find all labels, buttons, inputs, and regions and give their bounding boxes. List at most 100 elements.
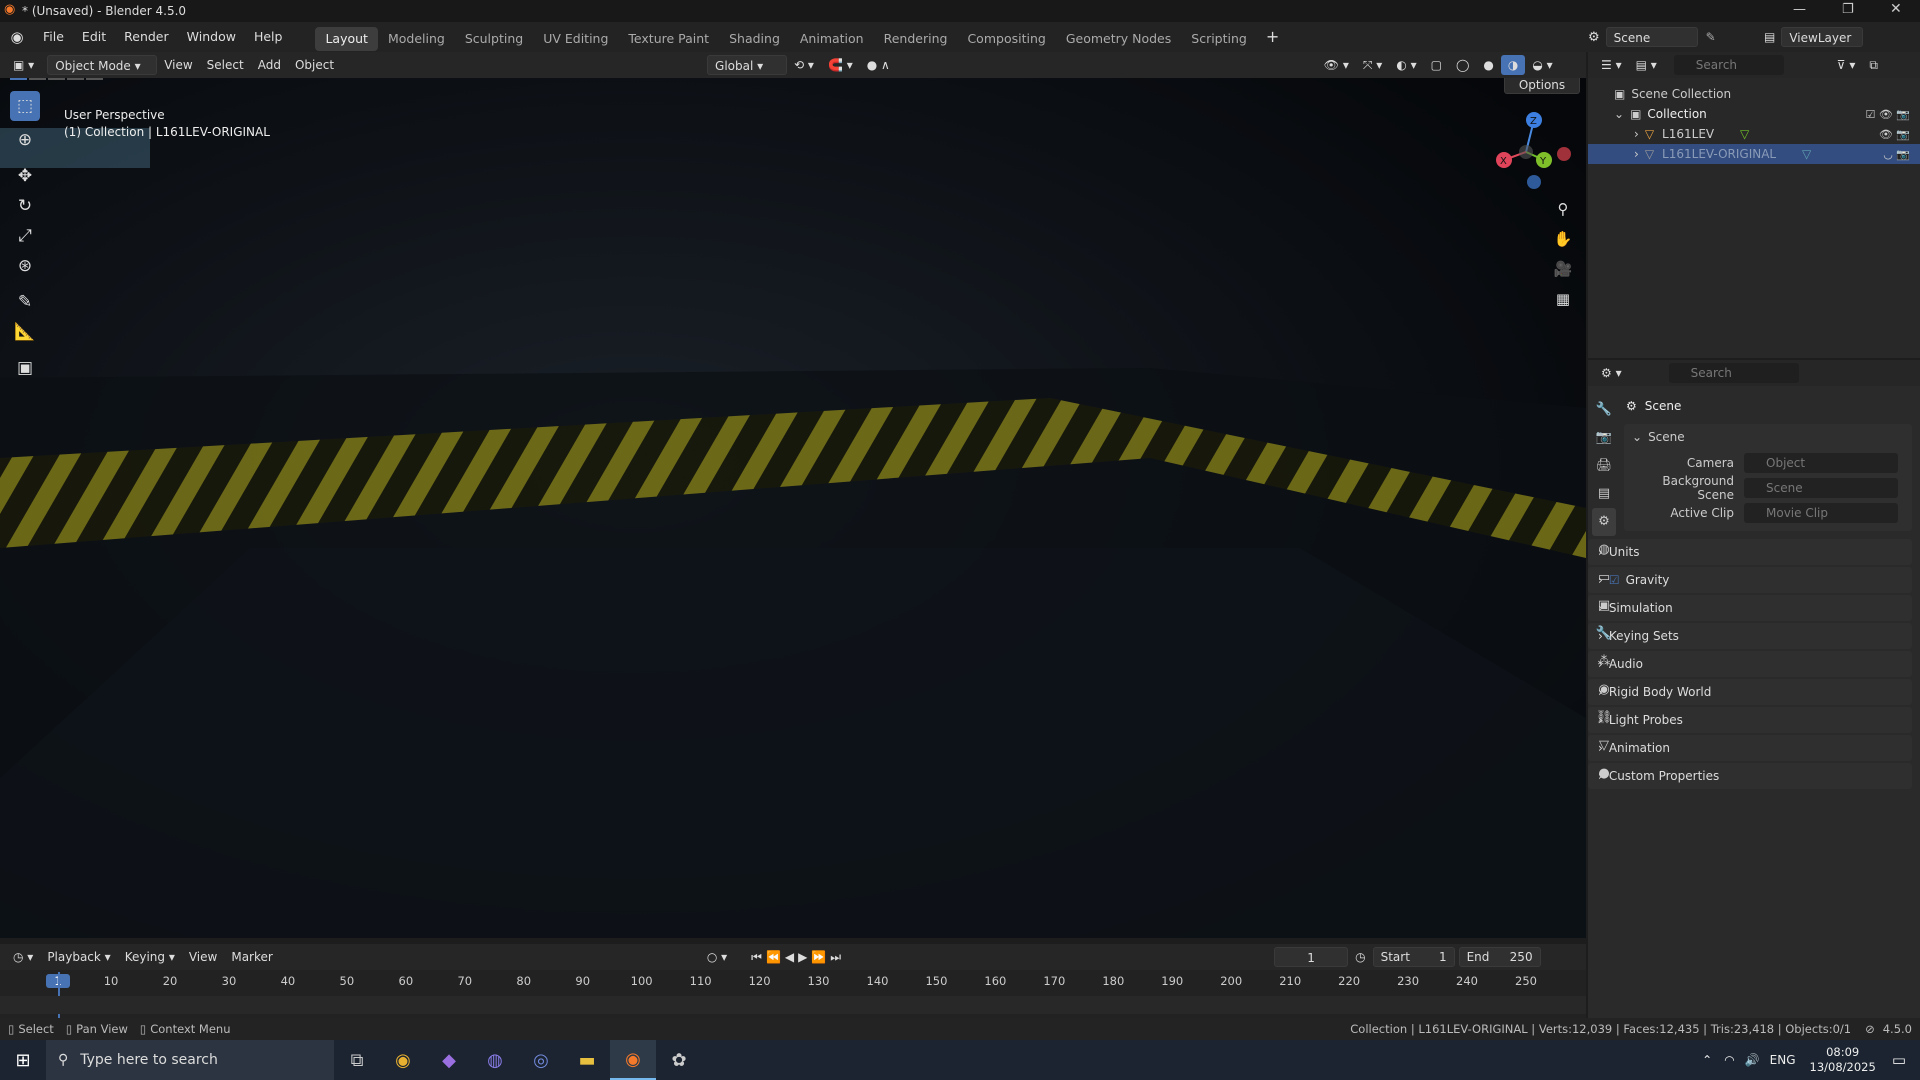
shading-material-icon[interactable]: ◑	[1500, 55, 1526, 75]
snap-icon[interactable]: 🧲 ▾	[821, 55, 860, 75]
pin-icon[interactable]: ✎	[1706, 30, 1716, 44]
camera-field[interactable]: Object	[1744, 452, 1898, 473]
visibility-icons[interactable]: ◡ 📷	[1883, 148, 1910, 161]
add-cube-tool-icon[interactable]: ▣	[10, 353, 40, 383]
zoom-icon[interactable]: ⚲	[1548, 194, 1578, 224]
menu-edit[interactable]: Edit	[73, 22, 115, 52]
section-rigid-body-world[interactable]: › Rigid Body World	[1588, 679, 1912, 705]
blender-menu-icon[interactable]: ◉	[0, 28, 34, 46]
chevron-right-icon[interactable]: ›	[1634, 127, 1639, 141]
material-tab-icon[interactable]: ●	[1592, 760, 1616, 788]
overlay-toggle-icon[interactable]: ◐ ▾	[1389, 55, 1423, 75]
chevron-right-icon[interactable]: ›	[1634, 147, 1639, 161]
3d-viewport[interactable]: ⬚ ⊕ ✥ ↻ ⤢ ⊛ ✎ 📐 ▣ User Perspective (1) C…	[0, 78, 1586, 938]
view-layer-tab-icon[interactable]: ▤	[1592, 480, 1616, 508]
xray-icon[interactable]: ▢	[1424, 55, 1449, 75]
playback-menu[interactable]: Playback ▾	[40, 947, 117, 967]
chevron-down-icon[interactable]: ⌄	[1614, 107, 1624, 121]
add-workspace-icon[interactable]: +	[1257, 22, 1288, 52]
tree-row-collection[interactable]: ⌄ ▣ Collection ☑ 👁 📷	[1588, 104, 1920, 124]
select-new-icon[interactable]	[10, 78, 27, 80]
select-intersect-icon[interactable]	[86, 78, 103, 80]
shading-rendered-icon[interactable]: ◒ ▾	[1525, 55, 1559, 75]
options-button[interactable]: Options	[1504, 78, 1580, 94]
measure-tool-icon[interactable]: 📐	[10, 317, 40, 347]
tab-shading[interactable]: Shading	[719, 27, 790, 51]
timeline-view-menu[interactable]: View	[182, 947, 224, 967]
tab-sculpting[interactable]: Sculpting	[455, 27, 533, 51]
viewlayer-name[interactable]: ViewLayer	[1781, 27, 1864, 47]
section-audio[interactable]: › Audio	[1588, 651, 1912, 677]
menu-object[interactable]: Object	[288, 55, 341, 75]
select-box-tool-icon[interactable]: ⬚	[10, 91, 40, 121]
language-indicator[interactable]: ENG	[1770, 1053, 1796, 1067]
chrome-icon[interactable]: ◉	[380, 1040, 426, 1080]
render-tab-icon[interactable]: 📷	[1592, 424, 1616, 452]
windows-start-icon[interactable]: ⊞	[0, 1040, 46, 1080]
section-light-probes[interactable]: › Light Probes	[1588, 707, 1912, 733]
current-frame-field[interactable]: 1	[1274, 947, 1349, 967]
transform-tool-icon[interactable]: ⊛	[10, 251, 40, 281]
section-units[interactable]: › Units	[1588, 539, 1912, 565]
navigation-gizmo[interactable]: Z X Y	[1486, 110, 1576, 190]
section-gravity[interactable]: › ☑ Gravity	[1588, 567, 1912, 593]
tab-modeling[interactable]: Modeling	[378, 27, 455, 51]
world-tab-icon[interactable]: ◍	[1592, 536, 1616, 564]
perspective-grid-icon[interactable]: ▦	[1548, 284, 1578, 314]
tab-compositing[interactable]: Compositing	[957, 27, 1055, 51]
menu-help[interactable]: Help	[245, 22, 292, 52]
file-explorer-icon[interactable]: ▬	[564, 1040, 610, 1080]
auto-keying-icon[interactable]: ○ ▾	[700, 947, 734, 967]
object-tab-icon[interactable]: ▣	[1592, 592, 1616, 620]
menu-select[interactable]: Select	[200, 55, 251, 75]
notifications-icon[interactable]: ▭	[1892, 1051, 1906, 1069]
collection-tab-icon[interactable]: ▭	[1592, 564, 1616, 592]
wifi-icon[interactable]: ◠	[1724, 1053, 1734, 1067]
blender-taskbar-icon[interactable]: ◉	[610, 1040, 656, 1080]
tab-texture-paint[interactable]: Texture Paint	[618, 27, 719, 51]
github-desktop-icon[interactable]: ◍	[472, 1040, 518, 1080]
clock[interactable]: 08:09 13/08/2025	[1810, 1045, 1876, 1075]
tab-uv-editing[interactable]: UV Editing	[533, 27, 618, 51]
shading-solid-icon[interactable]: ●	[1476, 55, 1500, 75]
tab-animation[interactable]: Animation	[790, 27, 874, 51]
menu-file[interactable]: File	[34, 22, 73, 52]
section-custom-properties[interactable]: › Custom Properties	[1588, 763, 1912, 789]
visibility-icon[interactable]: 👁 ▾	[1317, 55, 1356, 75]
menu-add[interactable]: Add	[251, 55, 288, 75]
marker-menu[interactable]: Marker	[224, 947, 279, 967]
scene-name[interactable]: Scene	[1605, 27, 1698, 47]
tree-row-object-selected[interactable]: › ▽ L161LEV-ORIGINAL ▽ ◡ 📷	[1588, 144, 1920, 164]
menu-view[interactable]: View	[157, 55, 199, 75]
menu-window[interactable]: Window	[178, 22, 245, 52]
particles-tab-icon[interactable]: ⁂	[1592, 648, 1616, 676]
filter-icon[interactable]: ⊽ ▾	[1830, 55, 1863, 75]
proportional-edit-icon[interactable]: ● ∧	[860, 55, 897, 75]
start-frame-field[interactable]: Start 1	[1372, 947, 1455, 967]
end-frame-field[interactable]: End 250	[1458, 947, 1541, 967]
properties-search-input[interactable]: Search	[1668, 363, 1799, 383]
modifier-tab-icon[interactable]: 🔧	[1592, 620, 1616, 648]
visibility-icons[interactable]: ☑ 👁 📷	[1865, 108, 1910, 121]
pivot-icon[interactable]: ⟲ ▾	[787, 55, 821, 75]
preview-range-icon[interactable]: ◷	[1348, 947, 1372, 967]
outliner-search-input[interactable]: Search	[1673, 55, 1784, 75]
tree-row-object[interactable]: › ▽ L161LEV ▽ 👁 📷	[1588, 124, 1920, 144]
new-collection-icon[interactable]: ⧉	[1862, 55, 1885, 75]
visual-studio-icon[interactable]: ◆	[426, 1040, 472, 1080]
scene-panel-header[interactable]: ⌄ Scene	[1624, 424, 1912, 450]
orientation-dropdown[interactable]: Global ▾	[707, 55, 788, 75]
section-keying-sets[interactable]: › Keying Sets	[1588, 623, 1912, 649]
rotate-tool-icon[interactable]: ↻	[10, 191, 40, 221]
viewlayer-selector[interactable]: ▤ ViewLayer	[1764, 26, 1864, 48]
tree-row-scene-collection[interactable]: ▣ Scene Collection	[1588, 84, 1920, 104]
volume-icon[interactable]: 🔊	[1745, 1053, 1760, 1067]
restore-button[interactable]: ❐	[1842, 2, 1854, 17]
tray-chevron-up-icon[interactable]: ⌃	[1702, 1053, 1712, 1067]
task-view-icon[interactable]: ⧉	[334, 1040, 380, 1080]
display-mode-icon[interactable]: ▤ ▾	[1629, 55, 1664, 75]
output-tab-icon[interactable]: 🖨	[1592, 452, 1616, 480]
cursor-tool-icon[interactable]: ⊕	[10, 125, 40, 155]
select-invert-icon[interactable]	[67, 78, 84, 80]
playback-controls[interactable]: ⏮⏪◀▶⏩⏭	[744, 947, 852, 967]
